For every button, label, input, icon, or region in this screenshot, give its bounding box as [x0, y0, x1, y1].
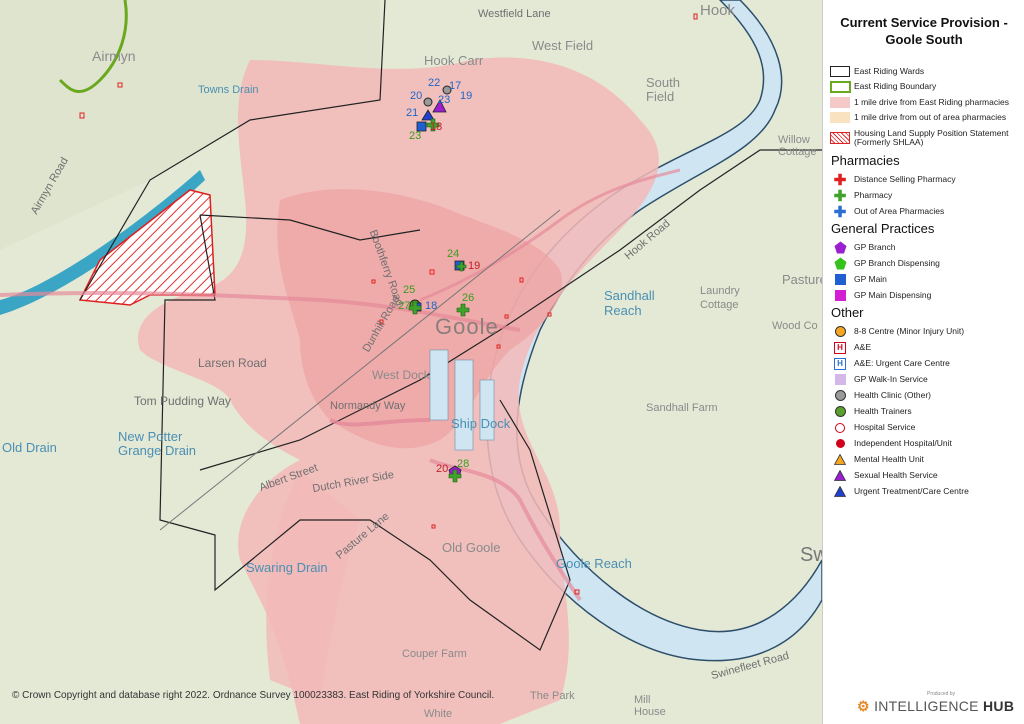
triangle-icon — [834, 454, 846, 465]
place-label: Sandhall Farm — [646, 402, 718, 414]
legend-item-independent-hospital: Independent Hospital/Unit — [829, 436, 952, 451]
legend-item-8-8: 8-8 Centre (Minor Injury Unit) — [829, 324, 964, 339]
count-label: 25 — [403, 284, 416, 296]
legend-item-distance-pharmacy: ✚ Distance Selling Pharmacy — [833, 171, 956, 189]
gp-marker-centre-north[interactable] — [454, 260, 467, 272]
road-label: Tom Pudding Way — [134, 394, 231, 408]
count-label: 22 — [428, 77, 441, 89]
road-label: Larsen Road — [198, 356, 267, 370]
square-icon — [834, 374, 846, 385]
legend-item-ae-ucc: H A&E: Urgent Care Centre — [829, 356, 950, 371]
district-label: Ship Dock — [451, 416, 511, 431]
legend-item-health-trainers: Health Trainers — [829, 404, 912, 419]
place-label: Pasture — [782, 272, 822, 287]
legend-item-ae: H A&E — [829, 340, 871, 355]
hospital-h-icon: H — [834, 341, 846, 354]
legend-item-gp-branch-dispensing: GP Branch Dispensing — [829, 256, 940, 271]
legend-item-gp-main: GP Main — [829, 272, 887, 287]
legend-item-hospital-service: Hospital Service — [829, 420, 915, 435]
place-label: The Park — [530, 690, 575, 702]
map-area[interactable]: Hook Westfield Lane Airmyn West Field Ho… — [0, 0, 822, 724]
place-label: Laundry Cottage — [700, 285, 740, 311]
water-label: New Potter Grange Drain — [118, 429, 197, 458]
legend-item-mental-health: Mental Health Unit — [829, 452, 924, 467]
place-label: Airmyn — [92, 48, 136, 64]
legend-item-out-of-area: ✚ Out of Area Pharmacies — [833, 203, 945, 221]
legend-heading-gp: General Practices — [831, 221, 935, 236]
map-title: Current Service Provision - Goole South — [840, 15, 1008, 47]
district-label: Goole Reach — [556, 556, 632, 571]
triangle-icon — [834, 470, 846, 481]
count-label: 26 — [462, 292, 475, 304]
count-label: 20 — [410, 90, 423, 102]
water-label: Towns Drain — [198, 84, 259, 96]
legend-item-sexual-health: Sexual Health Service — [829, 468, 938, 483]
road-label: Normandy Way — [330, 400, 406, 412]
pentagon-icon — [834, 257, 846, 270]
place-label: Sw — [800, 544, 822, 566]
count-label: 28 — [457, 458, 470, 470]
count-label: 19 — [468, 260, 481, 272]
logo-icon: ⚙ — [857, 698, 870, 714]
ring-icon — [835, 422, 845, 433]
legend-panel: Current Service Provision - Goole South … — [822, 0, 1024, 724]
place-label: South Field — [646, 75, 680, 104]
legend-item-health-clinic: Health Clinic (Other) — [829, 388, 931, 403]
plus-icon: ✚ — [833, 203, 847, 221]
count-label: 21 — [406, 107, 419, 119]
square-icon — [834, 274, 846, 285]
legend-item-pharmacy: ✚ Pharmacy — [833, 187, 893, 205]
count-label: 27 — [398, 300, 411, 312]
legend-item-gp-main-dispensing: GP Main Dispensing — [829, 288, 931, 303]
circle-icon — [834, 326, 846, 337]
legend-item-er-drive: 1 mile drive from East Riding pharmacies — [829, 95, 1009, 110]
count-label: 20 — [436, 463, 449, 475]
town-label: Goole — [435, 314, 499, 339]
place-label: Wood Co — [772, 320, 818, 332]
legend-item-er-boundary: East Riding Boundary — [829, 79, 936, 94]
road-label: Westfield Lane — [478, 8, 551, 20]
water-label: Swaring Drain — [246, 560, 328, 575]
legend-heading-other: Other — [831, 305, 864, 320]
place-label: Couper Farm — [402, 648, 467, 660]
district-label: West Dock — [372, 368, 430, 382]
intelligence-hub-logo: ⚙ INTELLIGENCE HUB — [857, 698, 1015, 714]
circle-icon — [834, 390, 846, 401]
brand-tagline: Produced by — [927, 691, 956, 697]
count-label: 18 — [430, 121, 443, 133]
count-label: 18 — [425, 300, 438, 312]
legend-item-walk-in: GP Walk-In Service — [829, 372, 928, 387]
place-label: Hook Carr — [424, 53, 484, 68]
hospital-h-icon: H — [834, 357, 846, 370]
place-label: Willow Cottage — [778, 134, 817, 158]
place-label: White — [424, 708, 453, 720]
place-label: West Field — [532, 38, 594, 53]
count-label: 19 — [460, 90, 473, 102]
legend-item-gp-branch: GP Branch — [829, 240, 895, 255]
legend-item-housing-land: Housing Land Supply Position Statement (… — [829, 128, 1022, 148]
legend-item-urgent-treatment: Urgent Treatment/Care Centre — [829, 484, 969, 499]
copyright-notice: © Crown Copyright and database right 202… — [12, 690, 495, 701]
circle-icon — [834, 406, 846, 417]
pentagon-icon — [834, 241, 846, 254]
triangle-icon — [834, 486, 846, 497]
square-icon — [834, 290, 846, 301]
legend-heading-pharmacies: Pharmacies — [831, 153, 900, 168]
place-label: Mill House — [634, 694, 666, 718]
legend-item-wards: East Riding Wards — [829, 64, 924, 79]
district-label: Sandhall Reach — [604, 288, 655, 318]
count-label: 24 — [447, 248, 460, 260]
legend-item-out-drive: 1 mile drive from out of area pharmacies — [829, 110, 1006, 125]
place-label: Hook — [700, 2, 736, 19]
count-label: 23 — [438, 94, 451, 106]
count-label: 23 — [409, 130, 422, 142]
water-label: Old Drain — [2, 440, 57, 455]
district-label: Old Goole — [442, 540, 501, 555]
circle-icon — [835, 439, 845, 448]
